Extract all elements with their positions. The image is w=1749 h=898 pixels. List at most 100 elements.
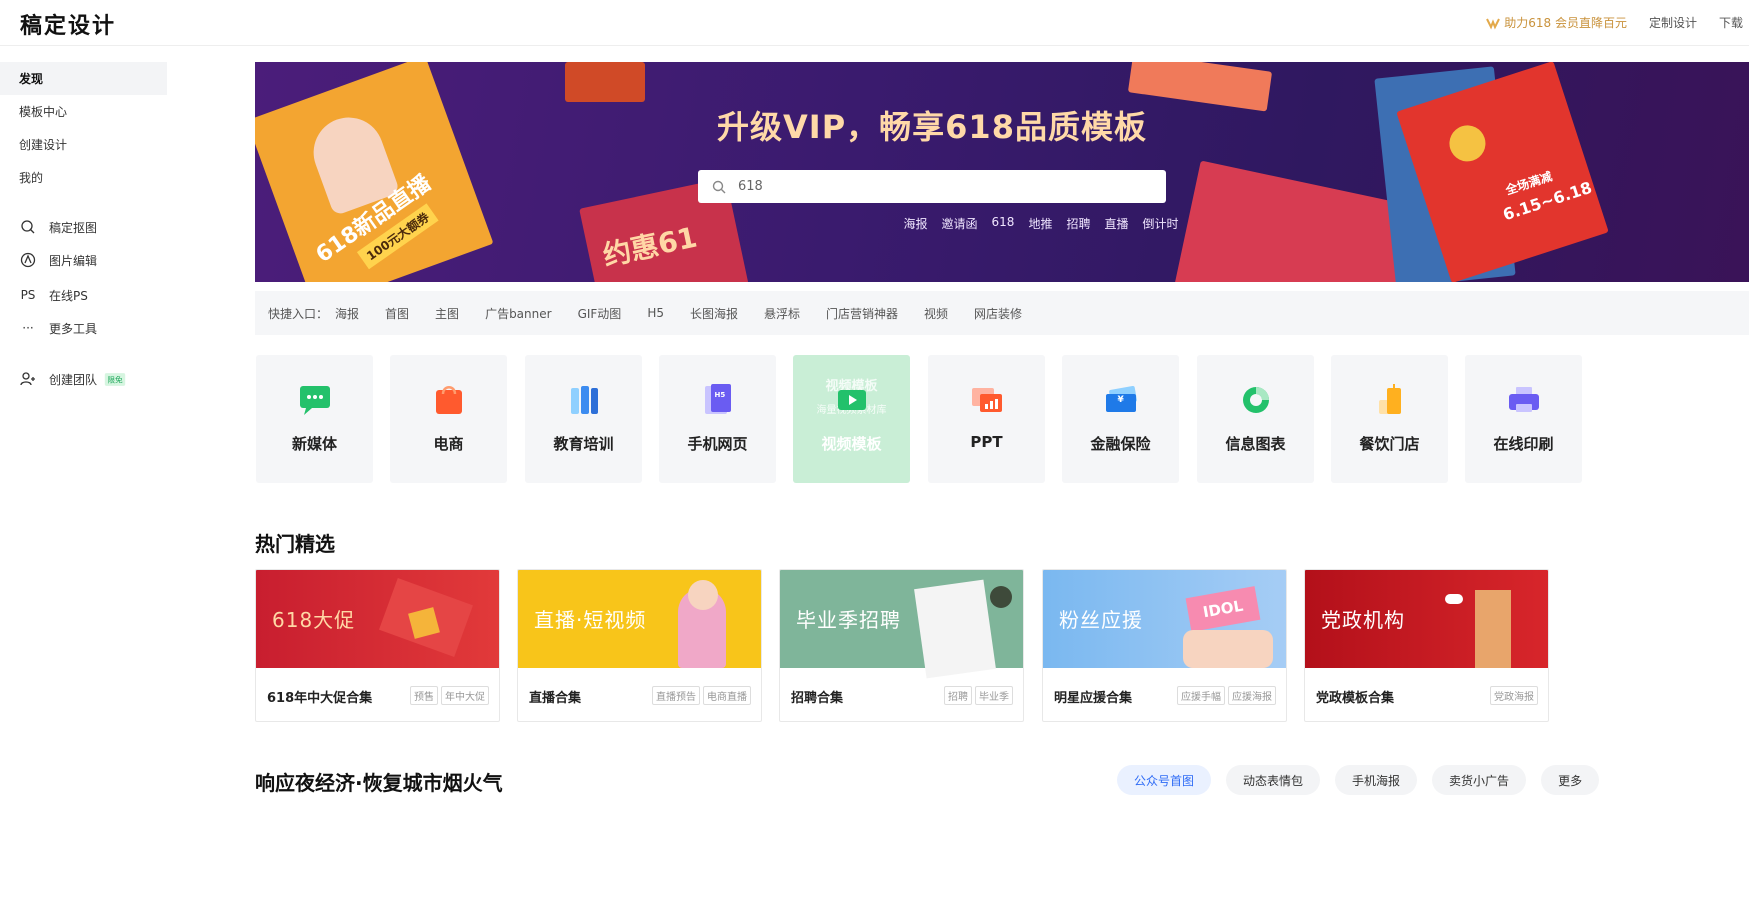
quick-entry-item[interactable]: 网店装修 — [974, 305, 1022, 322]
card-title: 招聘合集 — [791, 691, 844, 706]
hero-poster-live: 618新品直播 100元大额券 — [255, 62, 494, 282]
more-icon: ··· — [22, 321, 34, 335]
night-section-title: 响应夜经济·恢复城市烟火气 — [255, 771, 503, 795]
quick-entry-item[interactable]: 主图 — [435, 305, 459, 322]
quick-entry-item[interactable]: 悬浮标 — [764, 305, 800, 322]
card-image-title: 党政机构 — [1321, 608, 1405, 632]
category-label: 金融保险 — [1090, 435, 1151, 453]
card-tags: 直播预告 电商直播 — [652, 686, 751, 705]
quick-entry-label: 快捷入口： — [268, 306, 329, 321]
image-edit-icon — [19, 251, 37, 269]
ps-icon: PS — [20, 288, 36, 302]
books-icon — [565, 382, 603, 418]
card-yuan-icon: ¥ — [1102, 382, 1140, 418]
category-video[interactable]: 视频模板 海量视频素材库 视频模板 — [793, 355, 910, 483]
card-tag[interactable]: 直播预告 — [652, 686, 700, 705]
hero-tag[interactable]: 海报 — [904, 215, 928, 232]
card-tags: 招聘 毕业季 — [944, 686, 1013, 705]
category-ecommerce[interactable]: 电商 — [390, 355, 507, 483]
sidebar-item-mine[interactable]: 我的 — [0, 161, 167, 194]
card-tag[interactable]: 应援海报 — [1228, 686, 1276, 705]
category-printing[interactable]: 在线印刷 — [1465, 355, 1582, 483]
card-tag[interactable]: 招聘 — [944, 686, 972, 705]
sidebar-item-discover[interactable]: 发现 — [0, 62, 167, 95]
ppt-chart-icon — [968, 382, 1006, 418]
quick-entry-item[interactable]: 海报 — [335, 305, 359, 322]
card-tags: 党政海报 — [1490, 686, 1538, 705]
hero-tag[interactable]: 招聘 — [1066, 215, 1090, 232]
hot-card-618[interactable]: 618大促 618年中大促合集 预售 年中大促 — [255, 569, 500, 722]
card-tag[interactable]: 电商直播 — [703, 686, 751, 705]
quick-entry-item[interactable]: 门店营销神器 — [826, 305, 898, 322]
card-tag[interactable]: 毕业季 — [975, 686, 1013, 705]
video-play-icon — [833, 382, 871, 418]
donut-chart-icon — [1237, 382, 1275, 418]
add-team-icon — [19, 370, 37, 388]
hero-tag[interactable]: 倒计时 — [1142, 215, 1178, 232]
quick-entry-item[interactable]: 首图 — [385, 305, 409, 322]
sidebar-tool-cutout[interactable]: 稿定抠图 — [19, 217, 97, 237]
download-link[interactable]: 下载 — [1719, 14, 1743, 31]
presenter-head — [688, 580, 718, 610]
pill-sales-flyer[interactable]: 卖货小广告 — [1432, 765, 1527, 795]
category-finance[interactable]: ¥ 金融保险 — [1062, 355, 1179, 483]
hero-banner[interactable]: 618新品直播 100元大额券 约惠61 全场满减 6.15~6.18 升级VI… — [255, 62, 1749, 282]
custom-design-link[interactable]: 定制设计 — [1649, 14, 1697, 31]
category-label: 教育培训 — [553, 435, 614, 453]
brand-logo[interactable]: 稿定设计 — [20, 8, 116, 40]
hero-tag[interactable]: 地推 — [1028, 215, 1052, 232]
quick-entry-item[interactable]: 视频 — [924, 305, 948, 322]
category-new-media[interactable]: 新媒体 — [256, 355, 373, 483]
vip-crown-icon — [1486, 18, 1501, 29]
card-tags: 应援手幅 应援海报 — [1177, 686, 1276, 705]
hero-search-box[interactable] — [698, 170, 1166, 203]
sidebar-tool-image-edit[interactable]: 图片编辑 — [19, 250, 97, 270]
card-image-title: 粉丝应援 — [1059, 608, 1143, 632]
quick-entry-item[interactable]: 广告banner — [485, 305, 552, 322]
hot-card-party[interactable]: 党政机构 党政模板合集 党政海报 — [1304, 569, 1549, 722]
quick-entry-item[interactable]: H5 — [647, 306, 664, 320]
quick-entry-item[interactable]: GIF动图 — [578, 305, 622, 322]
category-label: PPT — [970, 433, 1003, 451]
sidebar-item-create[interactable]: 创建设计 — [0, 128, 167, 161]
hero-tag[interactable]: 邀请函 — [942, 215, 978, 232]
hero-tag[interactable]: 直播 — [1104, 215, 1128, 232]
category-infographic[interactable]: 信息图表 — [1197, 355, 1314, 483]
hot-card-fans[interactable]: IDOL 粉丝应援 明星应援合集 应援手幅 应援海报 — [1042, 569, 1287, 722]
hands-figure — [1183, 630, 1273, 668]
category-mobile-web[interactable]: H5 手机网页 — [659, 355, 776, 483]
tool-label: 在线PS — [49, 288, 88, 303]
resume-paper — [914, 579, 996, 679]
hero-search-tags: 海报 邀请函 618 地推 招聘 直播 倒计时 — [255, 215, 1749, 232]
pill-animated-stickers[interactable]: 动态表情包 — [1226, 765, 1321, 795]
category-catering[interactable]: 餐饮门店 — [1331, 355, 1448, 483]
search-input[interactable] — [738, 179, 1138, 194]
sidebar-tool-more[interactable]: ··· 更多工具 — [19, 318, 97, 338]
promo-link[interactable]: 助力618 会员直降百元 — [1486, 14, 1627, 31]
card-tag[interactable]: 党政海报 — [1490, 686, 1538, 705]
h5-glyph: H5 — [714, 391, 726, 399]
category-label: 信息图表 — [1225, 435, 1286, 453]
chat-bubble-icon — [296, 382, 334, 418]
hot-card-recruit[interactable]: 毕业季招聘 招聘合集 招聘 毕业季 — [779, 569, 1024, 722]
card-tag[interactable]: 预售 — [410, 686, 438, 705]
hero-tag[interactable]: 618 — [992, 215, 1015, 232]
tool-label: 图片编辑 — [49, 253, 98, 268]
card-tag[interactable]: 应援手幅 — [1177, 686, 1225, 705]
hot-card-live[interactable]: 直播·短视频 直播合集 直播预告 电商直播 — [517, 569, 762, 722]
category-tiles: 新媒体 电商 教育培训 H5 手机网页 视频模板 海量视频素材库 视频模板 PP… — [256, 355, 1749, 483]
quick-entry-item[interactable]: 长图海报 — [690, 305, 738, 322]
sidebar-create-team[interactable]: 创建团队 限免 — [19, 369, 127, 389]
pill-wechat-cover[interactable]: 公众号首图 — [1117, 765, 1212, 795]
tool-label: 更多工具 — [49, 321, 98, 336]
sidebar-item-templates[interactable]: 模板中心 — [0, 95, 167, 128]
card-tag[interactable]: 年中大促 — [441, 686, 489, 705]
monument-decoration — [1475, 590, 1511, 668]
pill-more[interactable]: 更多 — [1541, 765, 1600, 795]
card-image: 党政机构 — [1305, 570, 1548, 668]
category-ppt[interactable]: PPT — [928, 355, 1045, 483]
category-education[interactable]: 教育培训 — [525, 355, 642, 483]
card-image: 毕业季招聘 — [780, 570, 1023, 679]
sidebar-tool-online-ps[interactable]: PS 在线PS — [19, 285, 88, 305]
pill-mobile-poster[interactable]: 手机海报 — [1335, 765, 1418, 795]
